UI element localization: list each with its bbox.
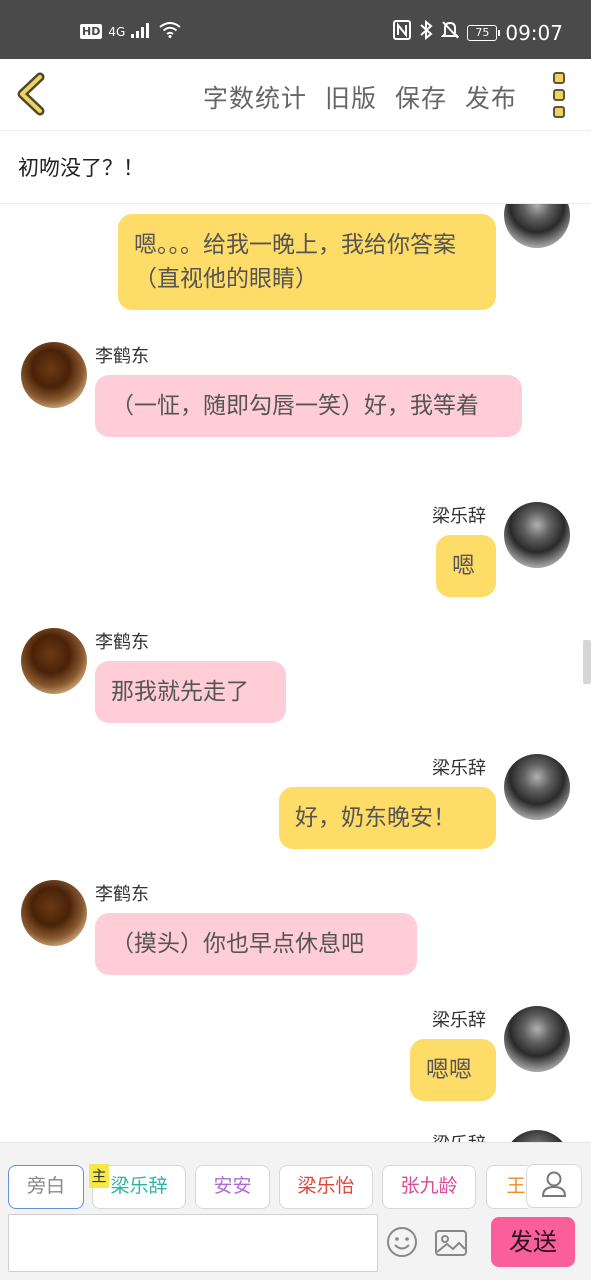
message-input[interactable]	[8, 1214, 378, 1272]
nfc-icon	[393, 20, 412, 45]
message-bubble[interactable]: 好，奶东晚安！	[279, 787, 496, 849]
scrollbar[interactable]	[583, 640, 591, 684]
composer: 发送	[0, 1214, 591, 1280]
role-chip[interactable]: 安安	[195, 1165, 270, 1209]
role-chip[interactable]: 王	[486, 1165, 528, 1209]
role-label: 王	[506, 1175, 526, 1197]
more-menu-button[interactable]	[553, 72, 567, 118]
back-button[interactable]	[12, 71, 58, 117]
save-button[interactable]: 保存	[395, 79, 447, 115]
battery-indicator: 75	[467, 24, 501, 41]
more-dot-icon	[553, 89, 565, 101]
top-toolbar: 字数统计 旧版 保存 发布	[0, 59, 591, 131]
sender-name: 梁乐辞	[432, 1010, 486, 1031]
signal-icon	[131, 22, 153, 41]
role-label: 梁乐辞	[110, 1175, 168, 1197]
role-chip[interactable]: 梁乐怡	[279, 1165, 373, 1209]
sender-name: 梁乐辞	[432, 1130, 486, 1142]
more-dot-icon	[553, 106, 565, 118]
smiley-icon	[386, 1227, 418, 1262]
image-button[interactable]	[434, 1228, 468, 1258]
message-bubble[interactable]: 那我就先走了	[95, 661, 286, 723]
role-chip-narrator[interactable]: 旁白	[8, 1165, 84, 1209]
bluetooth-icon	[419, 19, 433, 45]
sender-name: 梁乐辞	[432, 506, 486, 527]
role-manage-button[interactable]	[526, 1164, 582, 1208]
message-bubble[interactable]: （摸头）你也早点休息吧	[95, 913, 417, 975]
role-label: 旁白	[26, 1175, 65, 1197]
chat-area[interactable]: 嗯。。。给我一晚上，我给你答案（直视他的眼睛） 李鹤东 （一怔，随即勾唇一笑）好…	[0, 204, 591, 1142]
avatar-liang[interactable]	[504, 754, 570, 820]
role-label: 安安	[213, 1175, 252, 1197]
sender-name: 李鹤东	[95, 632, 149, 653]
avatar-liang[interactable]	[504, 502, 570, 568]
message-bubble[interactable]: （一怔，随即勾唇一笑）好，我等着	[95, 375, 522, 437]
story-title[interactable]: 初吻没了？！	[0, 132, 591, 204]
sender-name: 李鹤东	[95, 346, 149, 367]
avatar-li[interactable]	[21, 342, 87, 408]
role-chip[interactable]: 张九龄	[382, 1165, 476, 1209]
wifi-icon	[159, 22, 181, 41]
message-bubble[interactable]: 嗯。。。给我一晚上，我给你答案（直视他的眼睛）	[118, 214, 496, 310]
image-icon	[434, 1230, 468, 1262]
mute-icon	[440, 20, 460, 45]
clock: 09:07	[505, 20, 563, 45]
sender-name: 梁乐辞	[432, 758, 486, 779]
old-version-button[interactable]: 旧版	[325, 79, 377, 115]
status-bar: HD 4G 75 09:07	[0, 0, 591, 59]
emoji-button[interactable]	[386, 1226, 418, 1258]
avatar-liang[interactable]	[504, 1130, 570, 1142]
role-label: 梁乐怡	[297, 1175, 355, 1197]
avatar-liang[interactable]	[504, 1006, 570, 1072]
toolbar-actions: 字数统计 旧版 保存 发布	[203, 79, 517, 115]
status-right: 75 09:07	[393, 19, 563, 45]
sender-name: 李鹤东	[95, 884, 149, 905]
role-selector: 旁白 梁乐辞 安安 梁乐怡 张九龄 王	[8, 1163, 528, 1211]
avatar-liang[interactable]	[504, 204, 570, 248]
message-bubble[interactable]: 嗯	[436, 535, 496, 597]
hd-badge: HD	[80, 24, 103, 39]
avatar-li[interactable]	[21, 628, 87, 694]
more-dot-icon	[553, 72, 565, 84]
chevron-left-icon	[12, 72, 58, 121]
host-badge: 主	[89, 1164, 109, 1188]
publish-button[interactable]: 发布	[465, 79, 517, 115]
send-button[interactable]: 发送	[491, 1217, 575, 1267]
status-left: HD 4G	[80, 22, 181, 41]
network-label: 4G	[108, 24, 126, 39]
avatar-li[interactable]	[21, 880, 87, 946]
person-icon	[541, 1170, 567, 1202]
message-bubble[interactable]: 嗯嗯	[410, 1039, 496, 1101]
word-count-button[interactable]: 字数统计	[203, 79, 307, 115]
role-label: 张九龄	[400, 1175, 458, 1197]
